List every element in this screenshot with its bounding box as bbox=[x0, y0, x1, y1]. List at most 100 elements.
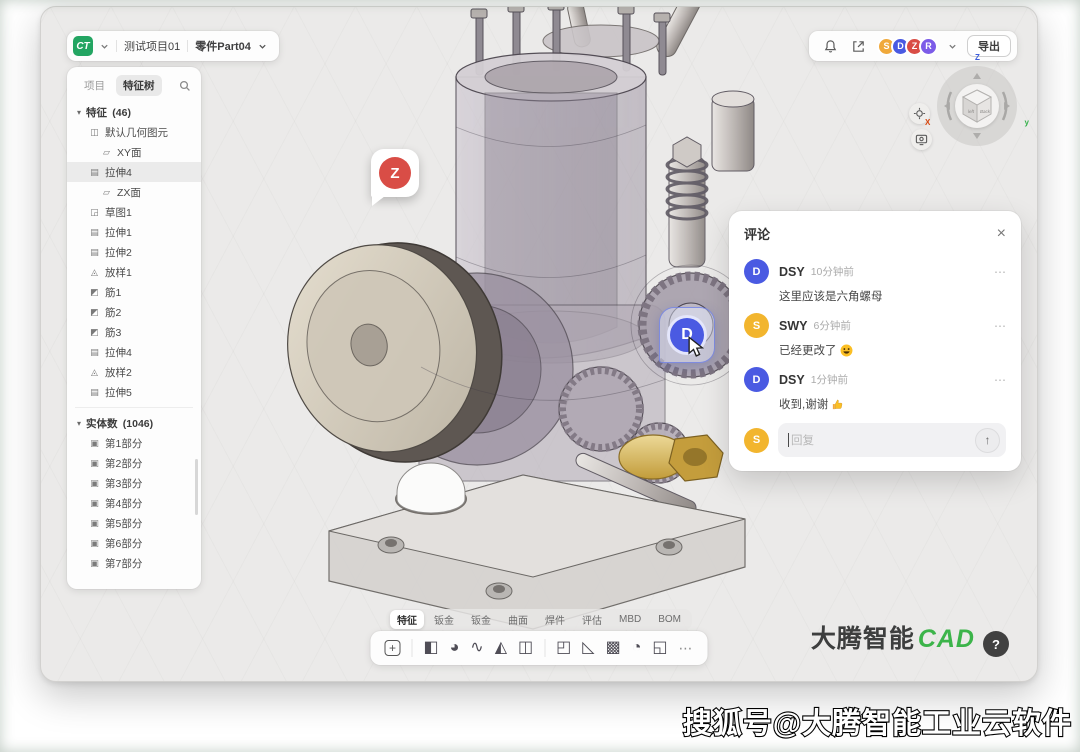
close-icon[interactable]: × bbox=[997, 226, 1006, 242]
comments-panel: 评论 × DDSY10分钟前⋯这里应该是六角螺母SSWY6分钟前⋯已经更改了DD… bbox=[729, 211, 1021, 471]
ribbon-tab-评估[interactable]: 评估 bbox=[575, 610, 609, 629]
more-options-icon[interactable]: ⋯ bbox=[994, 265, 1006, 279]
tree-item[interactable]: ▤拉伸4 bbox=[67, 342, 201, 362]
tree-item[interactable]: ◩筋3 bbox=[67, 322, 201, 342]
loft-icon[interactable]: ◭ bbox=[495, 640, 507, 656]
extrude-icon[interactable]: ◧ bbox=[424, 640, 439, 656]
app-logo[interactable]: CT bbox=[73, 36, 93, 56]
tree-item[interactable]: ◲草图1 bbox=[67, 202, 201, 222]
tree-section-header[interactable]: ▾特征 (46) bbox=[67, 102, 201, 122]
fillet-icon[interactable]: ◔ bbox=[632, 640, 642, 656]
ribbon-tab-曲面[interactable]: 曲面 bbox=[501, 610, 535, 629]
share-button[interactable] bbox=[849, 37, 867, 55]
tree-item[interactable]: ▣第7部分 bbox=[67, 553, 201, 573]
ribbon-tab-mbd[interactable]: MBD bbox=[612, 612, 648, 627]
sweep-icon[interactable]: ∿ bbox=[470, 640, 483, 656]
page: CT 测试项目01 零件Part04 SDZR bbox=[0, 0, 1080, 752]
bell-icon bbox=[823, 39, 838, 54]
thumbs-up-emoji-icon bbox=[831, 398, 844, 411]
fullscreen-button[interactable] bbox=[911, 129, 932, 150]
comment-item: DDSY10分钟前⋯这里应该是六角螺母 bbox=[729, 252, 1021, 304]
ribbon-tab-钣金[interactable]: 钣金 bbox=[464, 610, 498, 629]
ribbon-tab-钣金[interactable]: 钣金 bbox=[427, 610, 461, 629]
more-options-icon[interactable]: ⋯ bbox=[994, 319, 1006, 333]
tree-item-label: 第1部分 bbox=[105, 436, 142, 451]
tree-item[interactable]: ▣第3部分 bbox=[67, 473, 201, 493]
loft-icon: ◬ bbox=[89, 367, 100, 378]
sidebar-scrollbar[interactable] bbox=[195, 459, 198, 515]
brass-nut bbox=[619, 435, 723, 481]
ribbon-tab-特征[interactable]: 特征 bbox=[390, 610, 424, 629]
collaborator-avatar-stack[interactable]: SDZR bbox=[877, 37, 938, 56]
chevron-down-icon[interactable] bbox=[948, 42, 957, 51]
chamfer-icon[interactable]: ◺ bbox=[582, 640, 594, 656]
tree-item[interactable]: ◩筋1 bbox=[67, 282, 201, 302]
notifications-button[interactable] bbox=[821, 37, 839, 55]
tree-item[interactable]: ▤拉伸5 bbox=[67, 382, 201, 402]
watermark: 搜狐号@大腾智能工业云软件 bbox=[683, 700, 1072, 742]
view-cube[interactable]: left Back bbox=[955, 84, 999, 128]
tab-feature-tree[interactable]: 特征树 bbox=[116, 75, 162, 96]
tree-item[interactable]: ▣第6部分 bbox=[67, 533, 201, 553]
tree-item-label: 第6部分 bbox=[105, 536, 142, 551]
ribbon-tab-bom[interactable]: BOM bbox=[651, 612, 688, 627]
tree-item[interactable]: ◬放样2 bbox=[67, 362, 201, 382]
tree-section-header[interactable]: ▾实体数 (1046) bbox=[67, 413, 201, 433]
tab-project[interactable]: 项目 bbox=[77, 75, 112, 96]
new-feature-button[interactable]: + bbox=[385, 640, 401, 656]
datum-icon: ◫ bbox=[89, 127, 100, 138]
rib-icon[interactable]: ◰ bbox=[556, 640, 571, 656]
revolve-icon[interactable]: ◕ bbox=[450, 640, 460, 656]
extrude-icon: ▤ bbox=[89, 347, 100, 358]
tree-item[interactable]: ▱ZX面 bbox=[67, 182, 201, 202]
tree-item[interactable]: ▣第1部分 bbox=[67, 433, 201, 453]
help-button[interactable]: ? bbox=[983, 631, 1009, 657]
tree-item[interactable]: ▣第5部分 bbox=[67, 513, 201, 533]
more-options-icon[interactable]: ⋯ bbox=[994, 373, 1006, 387]
comment-marker-d[interactable]: D bbox=[659, 307, 715, 363]
tree-item[interactable]: ▤拉伸1 bbox=[67, 222, 201, 242]
collaborator-marker-z[interactable]: Z bbox=[371, 149, 419, 197]
chevron-down-icon[interactable] bbox=[258, 42, 267, 51]
ribbon-tab-焊件[interactable]: 焊件 bbox=[538, 610, 572, 629]
boss-icon[interactable]: ◫ bbox=[518, 640, 533, 656]
search-button[interactable] bbox=[179, 80, 191, 92]
export-button[interactable]: 导出 bbox=[967, 35, 1011, 57]
view-cube-pad[interactable]: left Back Z X y bbox=[937, 66, 1017, 146]
extrude-icon: ▤ bbox=[89, 387, 100, 398]
tree-item[interactable]: ▤拉伸2 bbox=[67, 242, 201, 262]
shell-icon[interactable]: ◱ bbox=[652, 640, 667, 656]
tree-item[interactable]: ◫默认几何图元 bbox=[67, 122, 201, 142]
pattern-icon[interactable]: ▩ bbox=[606, 640, 621, 656]
feature-tree-panel: 项目 特征树 ▾特征 (46)◫默认几何图元▱XY面▤拉伸4▱ZX面◲草图1▤拉… bbox=[67, 67, 201, 589]
avatar: D bbox=[744, 367, 769, 392]
chevron-down-icon[interactable] bbox=[100, 42, 109, 51]
comment-header: SSWY6分钟前⋯ bbox=[744, 313, 1006, 338]
comment-text: 收到,谢谢 bbox=[779, 396, 1006, 412]
brand-logo: 大腾智能CAD bbox=[811, 619, 975, 655]
comment-item: DDSY1分钟前⋯收到,谢谢 bbox=[729, 360, 1021, 412]
tree-item-label: XY面 bbox=[117, 145, 142, 160]
more-tools-button[interactable]: ⋯ bbox=[679, 640, 694, 657]
sketch-icon: ◲ bbox=[89, 207, 100, 218]
tree-item[interactable]: ◬放样1 bbox=[67, 262, 201, 282]
send-button[interactable]: ↑ bbox=[975, 428, 1000, 453]
tree-item[interactable]: ▱XY面 bbox=[67, 142, 201, 162]
tree-item[interactable]: ▤拉伸4 bbox=[67, 162, 201, 182]
feature-tree: ▾特征 (46)◫默认几何图元▱XY面▤拉伸4▱ZX面◲草图1▤拉伸1▤拉伸2◬… bbox=[67, 102, 201, 580]
comment-time: 6分钟前 bbox=[813, 318, 850, 333]
comment-text: 已经更改了 bbox=[779, 342, 1006, 358]
caret-down-icon[interactable]: ▾ bbox=[77, 419, 81, 428]
header-actions: SDZR 导出 bbox=[809, 31, 1017, 61]
solid-icon: ▣ bbox=[89, 498, 100, 509]
project-name[interactable]: 测试项目01 bbox=[124, 38, 180, 54]
part-name[interactable]: 零件Part04 bbox=[195, 38, 251, 54]
avatar-r[interactable]: R bbox=[919, 37, 938, 56]
open-external-icon bbox=[851, 39, 866, 54]
brand-en: CAD bbox=[918, 625, 975, 653]
tree-item[interactable]: ◩筋2 bbox=[67, 302, 201, 322]
tree-item[interactable]: ▣第2部分 bbox=[67, 453, 201, 473]
caret-down-icon[interactable]: ▾ bbox=[77, 108, 81, 117]
tree-item[interactable]: ▣第4部分 bbox=[67, 493, 201, 513]
reply-input[interactable]: 回复 ↑ bbox=[778, 423, 1006, 457]
